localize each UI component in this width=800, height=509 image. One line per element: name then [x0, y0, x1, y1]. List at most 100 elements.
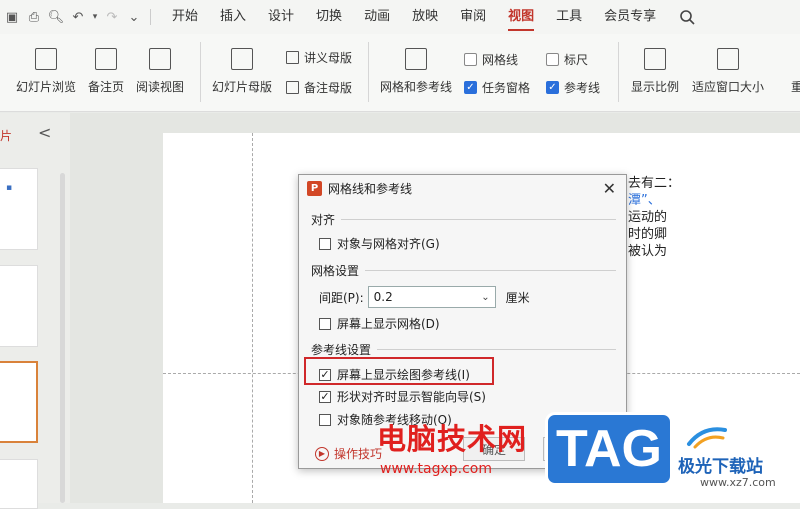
- grid-guides-button[interactable]: 网格和参考线: [380, 48, 452, 95]
- divider: [341, 219, 616, 220]
- divider: [365, 270, 616, 271]
- tab-member[interactable]: 会员专享: [593, 0, 667, 34]
- ruler-checkbox[interactable]: [546, 53, 559, 66]
- panel-scrollbar[interactable]: [60, 173, 65, 503]
- print-preview-icon[interactable]: 🔍︎: [46, 7, 66, 27]
- tab-transitions[interactable]: 切换: [305, 0, 353, 34]
- fit-window-button[interactable]: 适应窗口大小: [692, 48, 764, 95]
- divider: [368, 42, 369, 102]
- vertical-guide[interactable]: [252, 133, 253, 503]
- grid-section-label: 网格设置: [311, 264, 360, 278]
- tab-animations[interactable]: 动画: [353, 0, 401, 34]
- notes-page-icon: [95, 48, 117, 70]
- close-icon[interactable]: ✕: [603, 179, 616, 198]
- save-icon[interactable]: ▣: [2, 7, 22, 27]
- spacing-unit: 厘米: [505, 290, 530, 305]
- more-label: 重: [790, 80, 800, 94]
- customize-icon[interactable]: ⌄: [124, 7, 144, 27]
- divider: [150, 9, 151, 25]
- tab-home[interactable]: 开始: [161, 0, 209, 34]
- search-icon[interactable]: [675, 5, 699, 29]
- slide-master-button[interactable]: 幻灯片母版: [212, 48, 272, 95]
- guides-checkbox[interactable]: ✓: [546, 81, 559, 94]
- redo-icon[interactable]: ↷: [102, 7, 122, 27]
- dialog-titlebar: P 网格线和参考线: [299, 175, 626, 201]
- ruler-toggle[interactable]: 标尺: [546, 51, 588, 68]
- presentation-logo-icon: P: [307, 180, 322, 196]
- panel-title: 片: [0, 129, 13, 143]
- align-section-label: 对齐: [311, 213, 336, 227]
- undo-dropdown-icon[interactable]: ▾: [90, 7, 100, 27]
- spacing-select[interactable]: 0.2 ⌄: [367, 286, 496, 308]
- smart-guides-option[interactable]: ✓ 形状对齐时显示智能向导(S): [319, 388, 486, 405]
- zoom-percent-icon: [644, 48, 666, 70]
- gridlines-toggle[interactable]: 网格线: [464, 51, 518, 68]
- tab-insert[interactable]: 插入: [209, 0, 257, 34]
- play-icon: ▶: [315, 446, 329, 461]
- handout-master-icon: [286, 51, 299, 64]
- tab-tools[interactable]: 工具: [545, 0, 593, 34]
- tab-view[interactable]: 视图: [497, 0, 545, 34]
- tab-design[interactable]: 设计: [257, 0, 305, 34]
- spacing-row: 间距(P): 0.2 ⌄ 厘米: [319, 286, 530, 308]
- handout-master-button[interactable]: 讲义母版: [286, 49, 352, 66]
- slide-text: 去有二：: [628, 176, 681, 191]
- notes-page-button[interactable]: 备注页: [88, 48, 124, 95]
- print-icon[interactable]: ⎙: [24, 7, 44, 27]
- grid-guides-icon: [405, 48, 427, 70]
- reading-view-label: 阅读视图: [136, 80, 185, 94]
- snap-to-grid-option[interactable]: 对象与网格对齐(G): [319, 235, 440, 252]
- guides-section-label: 参考线设置: [311, 343, 372, 357]
- snap-to-grid-checkbox[interactable]: [319, 237, 331, 250]
- task-pane-checkbox[interactable]: ✓: [464, 81, 477, 94]
- tab-review[interactable]: 审阅: [449, 0, 497, 34]
- smart-guides-label: 形状对齐时显示智能向导(S): [337, 390, 486, 404]
- zoom-label: 显示比例: [631, 80, 680, 94]
- reading-view-button[interactable]: 阅读视图: [136, 48, 184, 95]
- smart-guides-checkbox[interactable]: ✓: [319, 390, 331, 403]
- tips-link[interactable]: ▶ 操作技巧: [315, 445, 382, 462]
- aurora-logo-icon: [687, 427, 727, 449]
- guides-toggle[interactable]: ✓ 参考线: [546, 79, 600, 96]
- notes-master-label: 备注母版: [304, 81, 353, 95]
- menu-bar: ▣ ⎙ 🔍︎ ↶ ▾ ↷ ⌄ 开始 插入 设计 切换 动画 放映 审阅 视图 工…: [0, 0, 800, 34]
- slide-thumbnail-selected[interactable]: [0, 361, 38, 443]
- show-grid-label: 屏幕上显示网格(D): [337, 317, 440, 331]
- notes-master-button[interactable]: 备注母版: [286, 79, 352, 96]
- notes-page-label: 备注页: [88, 80, 125, 94]
- fit-window-label: 适应窗口大小: [692, 80, 765, 94]
- task-pane-label: 任务窗格: [482, 81, 531, 95]
- watermark-text: 电脑技术网: [377, 422, 528, 456]
- show-grid-option[interactable]: 屏幕上显示网格(D): [319, 315, 440, 332]
- more-button[interactable]: 重: [786, 48, 800, 95]
- slide-master-icon: [231, 48, 253, 70]
- highlight-box: [304, 357, 494, 385]
- notes-master-icon: [286, 81, 299, 94]
- grid-section: 网格设置: [311, 262, 616, 279]
- slide-thumbnail[interactable]: [0, 459, 38, 509]
- quick-access-toolbar: ▣ ⎙ 🔍︎ ↶ ▾ ↷ ⌄: [0, 7, 155, 27]
- collapse-panel-icon[interactable]: <: [38, 123, 51, 142]
- align-section: 对齐: [311, 211, 616, 228]
- tab-slideshow[interactable]: 放映: [401, 0, 449, 34]
- divider: [200, 42, 201, 102]
- slide-master-label: 幻灯片母版: [212, 80, 273, 94]
- divider: [618, 42, 619, 102]
- zoom-button[interactable]: 显示比例: [631, 48, 679, 95]
- snap-to-grid-label: 对象与网格对齐(G): [337, 237, 440, 251]
- slide-text: 被认为: [628, 244, 668, 259]
- slide-thumbnail[interactable]: [0, 265, 38, 347]
- slide-browse-label: 幻灯片浏览: [16, 80, 77, 94]
- gridlines-checkbox[interactable]: [464, 53, 477, 66]
- slide-thumbnail[interactable]: ▪: [0, 168, 38, 250]
- undo-icon[interactable]: ↶: [68, 7, 88, 27]
- show-grid-checkbox[interactable]: [319, 317, 331, 330]
- move-with-guides-checkbox[interactable]: [319, 413, 331, 426]
- chevron-down-icon: ⌄: [481, 291, 490, 303]
- task-pane-toggle[interactable]: ✓ 任务窗格: [464, 79, 530, 96]
- grid-view-icon: [35, 48, 57, 70]
- ruler-label: 标尺: [564, 53, 589, 67]
- watermark-url: www.tagxp.com: [380, 461, 492, 477]
- fit-window-icon: [717, 48, 739, 70]
- slide-browse-button[interactable]: 幻灯片浏览: [16, 48, 76, 95]
